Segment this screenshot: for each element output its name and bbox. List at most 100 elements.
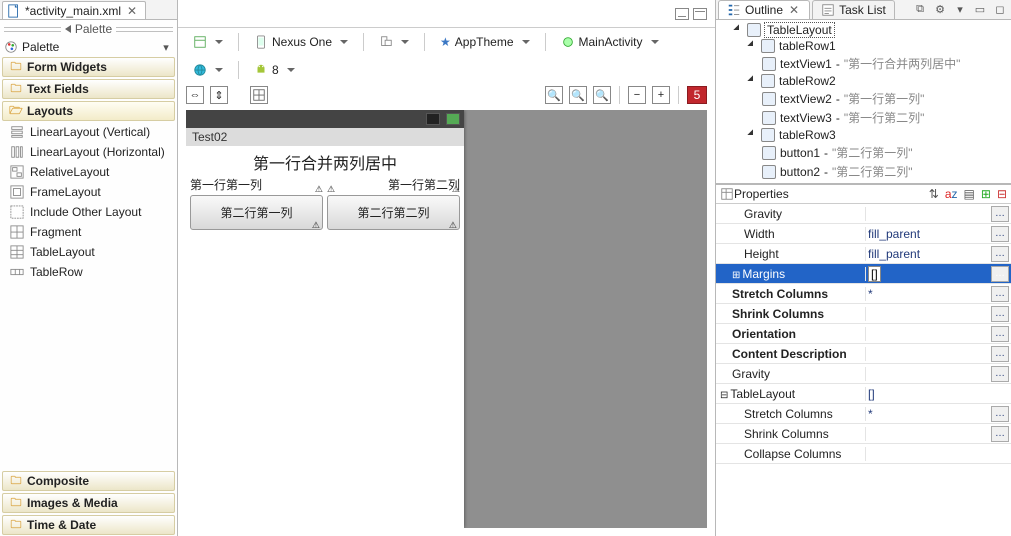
device-chooser[interactable]: Nexus One [247, 32, 355, 52]
tree-node-tablerow3[interactable]: tableRow3 [720, 127, 1007, 143]
ellipsis-button[interactable]: … [991, 346, 1009, 362]
palette-item-fragment[interactable]: Fragment [4, 223, 173, 241]
ellipsis-button[interactable]: … [991, 226, 1009, 242]
toggle-viewport-icon[interactable]: ⇔ [186, 86, 204, 104]
cat-images[interactable]: 🗀Images & Media [2, 493, 175, 513]
twisty-icon[interactable] [733, 24, 744, 35]
preview-button2[interactable]: 第二行第二列⚠ [327, 195, 460, 230]
maximize-pane-icon[interactable]: ◻ [991, 1, 1009, 19]
zoom-reset-icon[interactable]: 🔍 [569, 86, 587, 104]
prop-value[interactable]: fill_parent [868, 227, 920, 241]
palette-item-tablerow[interactable]: TableRow [4, 263, 173, 281]
prop-value[interactable]: fill_parent [868, 247, 920, 261]
design-canvas[interactable]: Test02 第一行合并两列居中 第一行第一列⚠ ⚠第一行第二列⚠ 第二行第一列… [186, 110, 707, 528]
preview-textview2[interactable]: 第一行第一列⚠ [188, 176, 325, 193]
prop-value[interactable]: [] [868, 266, 881, 282]
prop-value[interactable]: [] [868, 387, 875, 401]
minimize-pane-icon[interactable]: ▭ [971, 1, 989, 19]
config-chooser[interactable] [186, 32, 230, 52]
prop-group-tablelayout[interactable]: TableLayout[] [716, 384, 1011, 404]
tree-node-tablerow2[interactable]: tableRow2 [720, 73, 1007, 89]
maximize-pane-icon[interactable] [693, 8, 707, 20]
palette-item-tablelayout[interactable]: TableLayout [4, 243, 173, 261]
twisty-icon[interactable] [747, 75, 758, 86]
tab-outline[interactable]: Outline✕ [718, 0, 810, 19]
tree-node-button1[interactable]: button1 - "第二行第一列" [720, 143, 1007, 162]
preview-textview1[interactable]: 第一行合并两列居中 [188, 148, 462, 176]
cat-composite[interactable]: 🗀Composite [2, 471, 175, 491]
ellipsis-button[interactable]: … [991, 326, 1009, 342]
palette-item-framelayout[interactable]: FrameLayout [4, 183, 173, 201]
outline-tree[interactable]: TableLayout tableRow1 textView1 - "第一行合并… [716, 20, 1011, 183]
twisty-icon[interactable] [747, 40, 758, 51]
prop-gravity-2[interactable]: Gravity… [716, 364, 1011, 384]
prop-value[interactable]: * [868, 287, 873, 301]
zoom-in-icon[interactable]: + [652, 86, 670, 104]
tablelayout-preview[interactable]: 第一行合并两列居中 第一行第一列⚠ ⚠第一行第二列⚠ 第二行第一列⚠ 第二行第二… [186, 146, 464, 234]
collapse-all-icon[interactable]: ⊟ [997, 187, 1007, 201]
cat-text-fields[interactable]: 🗀Text Fields [2, 79, 175, 99]
prop-content-description[interactable]: Content Description… [716, 344, 1011, 364]
prop-width[interactable]: Widthfill_parent… [716, 224, 1011, 244]
ellipsis-button[interactable]: … [991, 246, 1009, 262]
properties-grid[interactable]: Gravity… Widthfill_parent… Heightfill_pa… [716, 204, 1011, 536]
ellipsis-button[interactable]: … [991, 406, 1009, 422]
sort-az-icon[interactable]: az [945, 187, 958, 201]
tree-node-textview3[interactable]: textView3 - "第一行第二列" [720, 108, 1007, 127]
gear-icon[interactable]: ⚙ [931, 1, 949, 19]
collapse-icon[interactable] [65, 25, 71, 33]
palette-item-include[interactable]: Include Other Layout [4, 203, 173, 221]
show-advanced-icon[interactable]: ⇅ [929, 187, 939, 201]
prop-value[interactable]: * [868, 407, 873, 421]
lint-error-count[interactable]: 5 [687, 86, 707, 104]
editor-tab-activity-main[interactable]: *activity_main.xml ✕ [2, 1, 146, 19]
tree-node-tablelayout[interactable]: TableLayout [720, 22, 1007, 38]
ellipsis-button[interactable]: … [991, 266, 1009, 282]
preview-button1[interactable]: 第二行第一列⚠ [190, 195, 323, 230]
ellipsis-button[interactable]: … [991, 306, 1009, 322]
layout-mode-icon[interactable] [250, 86, 268, 104]
palette-item-linearlayout-h[interactable]: LinearLayout (Horizontal) [4, 143, 173, 161]
tab-task-list[interactable]: Task List [812, 0, 895, 19]
prop-height[interactable]: Heightfill_parent… [716, 244, 1011, 264]
close-icon[interactable]: ✕ [125, 4, 139, 18]
prop-stretch-columns-2[interactable]: Stretch Columns*… [716, 404, 1011, 424]
tree-node-textview2[interactable]: textView2 - "第一行第一列" [720, 89, 1007, 108]
palette-item-linearlayout-v[interactable]: LinearLayout (Vertical) [4, 123, 173, 141]
twisty-icon[interactable] [747, 129, 758, 140]
zoom-100-icon[interactable]: 🔍 [593, 86, 611, 104]
orientation-chooser[interactable] [372, 32, 416, 52]
filter-icon[interactable]: ⧉ [911, 1, 929, 19]
minimize-pane-icon[interactable] [675, 8, 689, 20]
preview-textview3[interactable]: ⚠第一行第二列⚠ [325, 176, 462, 193]
toggle-outline-icon[interactable]: ⇕ [210, 86, 228, 104]
api-chooser[interactable]: 8 [247, 60, 302, 80]
cat-layouts[interactable]: 🗁Layouts [2, 101, 175, 121]
ellipsis-button[interactable]: … [991, 286, 1009, 302]
show-categories-icon[interactable]: ▤ [964, 187, 975, 201]
activity-chooser[interactable]: MainActivity [554, 32, 666, 52]
tree-node-textview1[interactable]: textView1 - "第一行合并两列居中" [720, 54, 1007, 73]
prop-gravity[interactable]: Gravity… [716, 204, 1011, 224]
palette-menu-icon[interactable]: ▾ [159, 40, 173, 54]
menu-icon[interactable]: ▾ [951, 1, 969, 19]
theme-chooser[interactable]: ★AppTheme [433, 32, 536, 52]
cat-form-widgets[interactable]: 🗀Form Widgets [2, 57, 175, 77]
cat-time[interactable]: 🗀Time & Date [2, 515, 175, 535]
prop-shrink-columns[interactable]: Shrink Columns… [716, 304, 1011, 324]
locale-chooser[interactable] [186, 60, 230, 80]
ellipsis-button[interactable]: … [991, 426, 1009, 442]
preview-tablerow3[interactable]: 第二行第一列⚠ 第二行第二列⚠ [188, 193, 462, 232]
prop-margins[interactable]: Margins[]… [716, 264, 1011, 284]
expand-all-icon[interactable]: ⊞ [981, 187, 991, 201]
ellipsis-button[interactable]: … [991, 206, 1009, 222]
prop-shrink-columns-2[interactable]: Shrink Columns… [716, 424, 1011, 444]
close-icon[interactable]: ✕ [787, 3, 801, 17]
zoom-out-icon[interactable]: − [628, 86, 646, 104]
preview-tablerow2[interactable]: 第一行第一列⚠ ⚠第一行第二列⚠ [188, 176, 462, 193]
prop-stretch-columns[interactable]: Stretch Columns*… [716, 284, 1011, 304]
prop-collapse-columns[interactable]: Collapse Columns [716, 444, 1011, 464]
zoom-fit-icon[interactable]: 🔍 [545, 86, 563, 104]
tree-node-button2[interactable]: button2 - "第二行第二列" [720, 162, 1007, 181]
prop-orientation[interactable]: Orientation… [716, 324, 1011, 344]
